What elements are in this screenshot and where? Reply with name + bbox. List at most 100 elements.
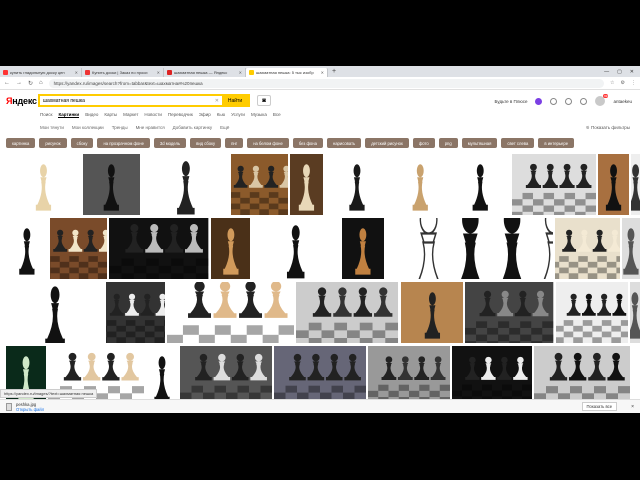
show-filters-link[interactable]: ⚟ Показать фильтры bbox=[586, 125, 630, 131]
service-tab[interactable]: Новости bbox=[144, 112, 161, 118]
filter-chip[interactable]: нарисовать bbox=[326, 138, 362, 148]
image-thumbnail[interactable] bbox=[511, 154, 596, 215]
home-icon[interactable]: ⌂ bbox=[39, 80, 43, 86]
image-thumbnail[interactable] bbox=[390, 154, 450, 215]
browser-tab[interactable]: Купить доски | Заказ по проси ✕ bbox=[82, 68, 164, 77]
service-tab[interactable]: Картинки bbox=[58, 112, 80, 118]
image-thumbnail[interactable] bbox=[534, 346, 630, 407]
minimize-icon[interactable]: — bbox=[604, 69, 609, 75]
service-tab[interactable]: Маркет bbox=[123, 112, 138, 118]
bell-icon[interactable] bbox=[550, 97, 558, 105]
image-thumbnail[interactable] bbox=[274, 346, 366, 407]
image-thumbnail[interactable] bbox=[6, 282, 105, 343]
filter-chip[interactable]: в интерьере bbox=[538, 138, 575, 148]
service-tab[interactable]: Музыка bbox=[251, 112, 267, 118]
service-tab[interactable]: Переводчик bbox=[168, 112, 193, 118]
filter-chip[interactable]: свет слева bbox=[501, 138, 535, 148]
search-input[interactable] bbox=[40, 97, 212, 104]
shield-icon[interactable] bbox=[565, 97, 573, 105]
download-item[interactable]: peshka.jpg Открыть файл bbox=[16, 402, 44, 412]
image-thumbnail[interactable] bbox=[385, 218, 553, 279]
filter-chip[interactable]: без фона bbox=[292, 138, 323, 148]
close-tab-icon[interactable]: ✕ bbox=[157, 70, 160, 75]
service-tab[interactable]: Все bbox=[273, 112, 281, 118]
image-thumbnail[interactable] bbox=[630, 282, 640, 343]
image-thumbnail[interactable] bbox=[252, 218, 340, 279]
maximize-icon[interactable]: ▢ bbox=[617, 69, 622, 75]
service-tab[interactable]: Карты bbox=[104, 112, 117, 118]
close-download-bar-icon[interactable]: × bbox=[631, 404, 634, 410]
image-thumbnail[interactable] bbox=[210, 218, 251, 279]
username[interactable]: antaekeu bbox=[613, 99, 632, 104]
close-tab-icon[interactable]: ✕ bbox=[239, 70, 242, 75]
filter-chip[interactable]: вид сбоку bbox=[190, 138, 222, 148]
yandex-logo[interactable]: Яндекс bbox=[6, 96, 37, 106]
browser-tab[interactable]: шахматная пешка: 5 тыс изобр ✕ bbox=[246, 68, 328, 77]
camera-icon[interactable]: ◙ bbox=[257, 95, 271, 106]
plus-icon[interactable] bbox=[535, 97, 543, 105]
find-button[interactable]: Найти bbox=[222, 96, 248, 105]
avatar[interactable]: 99 bbox=[595, 94, 609, 106]
image-thumbnail[interactable] bbox=[82, 154, 140, 215]
image-thumbnail[interactable] bbox=[231, 154, 288, 215]
filter-chip[interactable]: детский рисунок bbox=[365, 138, 409, 148]
apps-icon[interactable] bbox=[580, 97, 588, 105]
filter-chip[interactable]: мультяшная bbox=[461, 138, 498, 148]
image-thumbnail[interactable] bbox=[555, 282, 629, 343]
image-thumbnail[interactable] bbox=[6, 218, 48, 279]
forward-icon[interactable]: → bbox=[16, 80, 22, 86]
filter-chip[interactable]: сбоку bbox=[70, 138, 94, 148]
image-thumbnail[interactable] bbox=[452, 346, 532, 407]
reload-icon[interactable]: ↻ bbox=[28, 80, 33, 87]
service-tab[interactable]: Эфир bbox=[199, 112, 211, 118]
show-all-button[interactable]: Показать все bbox=[581, 402, 618, 411]
image-thumbnail[interactable] bbox=[106, 282, 165, 343]
image-thumbnail[interactable] bbox=[451, 154, 510, 215]
close-tab-icon[interactable]: ✕ bbox=[75, 70, 78, 75]
close-window-icon[interactable]: ✕ bbox=[630, 69, 634, 75]
service-tab[interactable]: Поиск bbox=[40, 112, 52, 118]
subnav-item[interactable]: Добавить картинку bbox=[173, 125, 212, 130]
image-thumbnail[interactable] bbox=[622, 218, 640, 279]
image-thumbnail[interactable] bbox=[166, 282, 295, 343]
service-tab[interactable]: Кью bbox=[217, 112, 225, 118]
url-field[interactable]: https://yandex.ru/images/search?from=tab… bbox=[48, 78, 605, 88]
image-thumbnail[interactable] bbox=[324, 154, 389, 215]
subnav-item[interactable]: Тренды bbox=[112, 125, 128, 130]
filter-chip[interactable]: рисунок bbox=[39, 138, 67, 148]
filter-chip[interactable]: фото bbox=[412, 138, 435, 148]
plus-link[interactable]: Будьте в Плюсе bbox=[495, 99, 528, 104]
service-tab[interactable]: Видео bbox=[85, 112, 98, 118]
image-thumbnail[interactable] bbox=[554, 218, 621, 279]
filter-chip[interactable]: картинка bbox=[6, 138, 36, 148]
image-thumbnail[interactable] bbox=[465, 282, 554, 343]
new-tab-button[interactable]: + bbox=[328, 68, 340, 75]
image-thumbnail[interactable] bbox=[400, 282, 464, 343]
service-tab[interactable]: Услуги bbox=[231, 112, 245, 118]
filter-chip[interactable]: пнг bbox=[225, 138, 244, 148]
star-icon[interactable]: ☆ bbox=[610, 80, 614, 86]
clear-icon[interactable]: ✕ bbox=[212, 98, 222, 104]
back-icon[interactable]: ← bbox=[4, 80, 10, 86]
subnav-item[interactable]: Мои тянути bbox=[40, 125, 64, 130]
image-thumbnail[interactable] bbox=[109, 218, 209, 279]
subnav-item[interactable]: Мои коллекции bbox=[72, 125, 104, 130]
image-thumbnail[interactable] bbox=[180, 346, 272, 407]
image-thumbnail[interactable] bbox=[341, 218, 384, 279]
image-thumbnail[interactable] bbox=[49, 218, 108, 279]
filter-chip[interactable]: на прозрачном фоне bbox=[97, 138, 150, 148]
menu-icon[interactable]: ⋮ bbox=[631, 80, 636, 86]
image-thumbnail[interactable] bbox=[597, 154, 629, 215]
filter-chip[interactable]: на белом фоне bbox=[247, 138, 289, 148]
browser-tab[interactable]: шахматная пешка — Яндекс ✕ bbox=[164, 68, 246, 77]
image-thumbnail[interactable] bbox=[368, 346, 450, 407]
image-thumbnail[interactable] bbox=[296, 282, 399, 343]
image-thumbnail[interactable] bbox=[630, 154, 640, 215]
image-thumbnail[interactable] bbox=[141, 154, 230, 215]
open-file-link[interactable]: Открыть файл bbox=[16, 407, 44, 412]
filter-chip[interactable]: png bbox=[438, 138, 458, 148]
subnav-item[interactable]: Ещё bbox=[220, 125, 229, 130]
image-thumbnail[interactable] bbox=[6, 154, 81, 215]
image-thumbnail[interactable] bbox=[289, 154, 323, 215]
close-tab-icon[interactable]: ✕ bbox=[321, 70, 324, 75]
